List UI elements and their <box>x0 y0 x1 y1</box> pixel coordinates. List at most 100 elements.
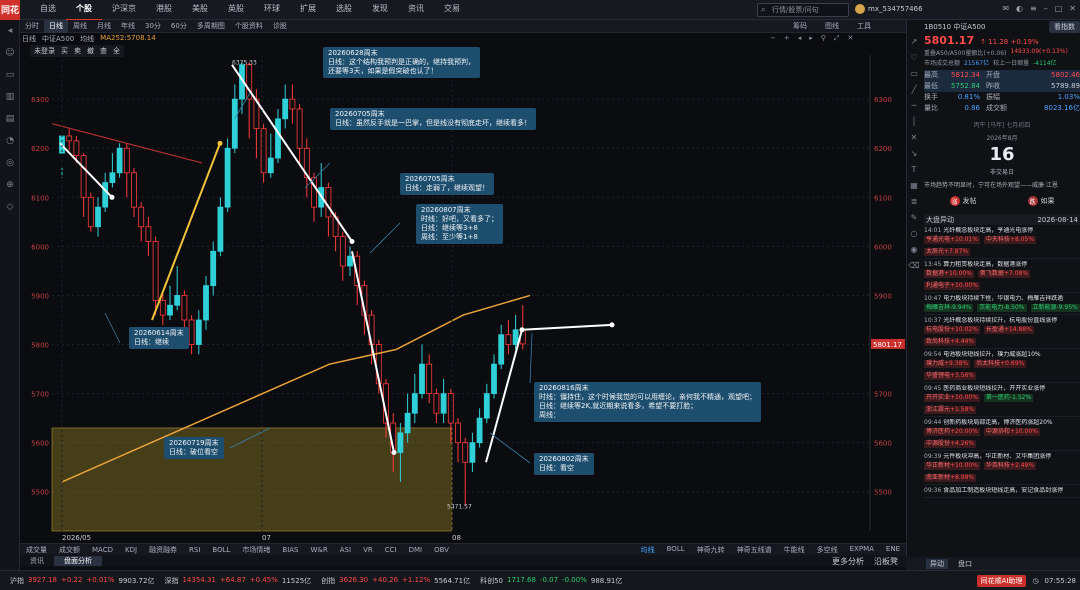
overlay-tab[interactable]: BOLL <box>661 545 691 555</box>
news-item[interactable]: 09:45 医药商业板块短线拉升，开开实业涨停 开开实业+10.00% 第一医药-1.… <box>924 383 1080 417</box>
news-item[interactable]: 13:45 算力租赁板块走高，数据港涨停 数据港+10.00% 奥飞数据+7.08% 利… <box>924 259 1080 293</box>
maximize-icon[interactable]: □ <box>1055 4 1063 13</box>
stock-chip[interactable]: 华盛锂电+3.56% <box>924 372 977 380</box>
nav-tab[interactable]: 港股 <box>146 0 182 21</box>
chat-icon[interactable]: ▭ <box>906 65 922 81</box>
toolbar-option[interactable]: 筹码 <box>788 20 812 33</box>
view-index-button[interactable]: 看指数 <box>1049 21 1080 33</box>
note-0816[interactable]: 20260816周末 时线：僵持住，这个时候我觉的可以用缠论，亲何我不精通，观望吧… <box>534 382 761 422</box>
toolbar-option[interactable]: 工具 <box>852 20 876 33</box>
right-panel-tab[interactable]: 盘口 <box>958 559 972 569</box>
heart-icon[interactable]: ♡ <box>906 49 922 65</box>
menu-icon[interactable]: ≡ <box>1030 4 1037 13</box>
text-icon[interactable]: T <box>906 161 922 177</box>
stock-chip[interactable]: 立新能源-9.95% <box>1030 304 1080 312</box>
toolbar-option[interactable]: 图线 <box>820 20 844 33</box>
overlay-tab[interactable]: 神奇九转 <box>691 545 731 555</box>
pin-icon[interactable]: ⚲ <box>821 34 826 43</box>
stock-chip[interactable]: 尚太科技+0.69% <box>974 360 1027 368</box>
minimize-icon[interactable]: – <box>1044 4 1048 13</box>
indicator-tab[interactable]: MACD <box>86 546 119 554</box>
post-button[interactable]: 涨发帖 <box>949 196 977 206</box>
indicator-tab[interactable]: 成交额 <box>53 545 86 555</box>
period-tab[interactable]: 日线 <box>44 19 68 33</box>
stock-chip[interactable]: 亨通光电+10.01% <box>924 236 980 244</box>
overlay-tab[interactable]: EXPMA <box>844 545 880 555</box>
ai-assistant-button[interactable]: 同花顺AI助理 <box>976 574 1027 587</box>
note-0807[interactable]: 20260807周末 时线：好吧，又看多了； 日线：继续等3+8 周线：至少等1+8 <box>416 204 503 244</box>
status-index[interactable]: 创指 3626.30 +40.26 +1.12% 5564.71亿 <box>321 576 470 586</box>
overlay-tab[interactable]: 多空线 <box>811 545 844 555</box>
stock-chip[interactable]: 梅雁吉祥-9.94% <box>924 304 974 312</box>
trade-tool-button[interactable]: 未登录 <box>34 46 55 56</box>
app-logo[interactable]: 同花 <box>0 0 20 20</box>
skin-icon[interactable]: ◐ <box>1016 4 1023 13</box>
indicator-tab[interactable]: DMI <box>403 546 429 554</box>
hline-icon[interactable]: ─ <box>906 97 922 113</box>
stock-chip[interactable]: 浙江震元+1.58% <box>924 406 977 414</box>
overlay-tab[interactable]: 均线 <box>635 545 661 555</box>
news-item[interactable]: 10:37 光纤概念板块持续拉升，杭电股份直线涨停 杭电股份+10.02% 长盈通+1… <box>924 315 1080 349</box>
period-tab[interactable]: 60分 <box>166 20 192 33</box>
stock-chip[interactable]: 开开实业+10.00% <box>924 394 980 402</box>
overlay-tab[interactable]: ENE <box>880 545 906 555</box>
status-index[interactable]: 深指 14354.31 +64.87 +0.45% 11525亿 <box>164 576 311 586</box>
stock-chip[interactable]: 华正新材+10.00% <box>924 462 980 470</box>
nav-tab[interactable]: 交易 <box>434 0 470 21</box>
nav-tab[interactable]: 美股 <box>182 0 218 21</box>
note-0705b[interactable]: 20260705周末 日线：走弱了，继续观望！ <box>400 173 494 195</box>
note-0802[interactable]: 20260802周末 日线：看空 <box>534 453 594 475</box>
bottom-right-link[interactable]: 更多分析 <box>832 556 864 567</box>
nav-tab[interactable]: 选股 <box>326 0 362 21</box>
indicator-tab[interactable]: CCI <box>379 546 403 554</box>
stock-chip[interactable]: 致尚科技+4.44% <box>924 338 977 346</box>
period-tab[interactable]: 诊股 <box>268 20 292 33</box>
stock-chip[interactable]: 博济医药+20.00% <box>924 428 980 436</box>
period-tab[interactable]: 多周期图 <box>192 20 230 33</box>
news-item[interactable]: 09:39 元件板块冲高，华正新材、艾华集团涨停 华正新材+10.00% 华英科技+2… <box>924 451 1080 485</box>
overlay-tab[interactable]: 牛能线 <box>778 545 811 555</box>
stock-chip[interactable]: 太辰光+7.87% <box>924 248 971 256</box>
period-tab[interactable]: 年线 <box>116 20 140 33</box>
message-icon[interactable]: ✉ <box>1002 4 1009 13</box>
indicator-tab[interactable]: ASI <box>334 546 357 554</box>
stock-chip[interactable]: 中天科技+8.05% <box>983 236 1037 244</box>
period-tab[interactable]: 分时 <box>20 20 44 33</box>
period-tab[interactable]: 个股资料 <box>230 20 268 33</box>
zoom-in-icon[interactable]: + <box>784 34 790 43</box>
if-button[interactable]: 跌如果 <box>1027 196 1055 206</box>
indicator-tab[interactable]: W&R <box>305 546 334 554</box>
eye-icon[interactable]: ◉ <box>906 241 922 257</box>
nav-tab[interactable]: 英股 <box>218 0 254 21</box>
close-icon[interactable]: ✕ <box>1069 4 1076 13</box>
ray-icon[interactable]: ↘ <box>906 145 922 161</box>
right-panel-tab[interactable]: 异动 <box>926 558 948 569</box>
cross-icon[interactable]: ✕ <box>906 129 922 145</box>
right-icon[interactable]: ▸ <box>809 34 813 43</box>
news-item[interactable]: 14:01 光纤概念板块走高，亨通光电涨停 亨通光电+10.01% 中天科技+8.05… <box>924 225 1080 259</box>
trade-tool-button[interactable]: 撤 <box>87 46 94 56</box>
indicator-tab[interactable]: VR <box>357 546 379 554</box>
chart-icon[interactable]: ▥ <box>0 86 20 108</box>
trade-tool-button[interactable]: 买 <box>61 46 68 56</box>
note-0614[interactable]: 20260614周末 日线：继续 <box>129 327 189 349</box>
nav-tab[interactable]: 扩展 <box>290 0 326 21</box>
indicator-tab[interactable]: OBV <box>428 546 455 554</box>
stock-chip[interactable]: 奥飞数据+7.08% <box>977 270 1031 278</box>
trade-tool-button[interactable]: 查 <box>100 46 107 56</box>
stock-chip[interactable]: 长盈通+14.88% <box>983 326 1034 334</box>
line-icon[interactable]: ╱ <box>906 81 922 97</box>
compass-icon[interactable]: ⊕ <box>0 174 20 196</box>
pen-icon[interactable]: ✎ <box>906 209 922 225</box>
stock-chip[interactable]: 中源股份+4.26% <box>924 440 977 448</box>
note-0719[interactable]: 20260719周末 日线：破位看空 <box>164 437 224 459</box>
close-chart-icon[interactable]: ✕ <box>848 34 854 43</box>
stock-chip[interactable]: 第一医药-1.52% <box>983 394 1034 402</box>
nav-tab[interactable]: 个股 <box>66 0 102 21</box>
search-input[interactable]: ⌕ 行情/股票/问句 <box>757 3 849 17</box>
circle-icon[interactable]: ○ <box>906 225 922 241</box>
fib-icon[interactable]: ≣ <box>906 193 922 209</box>
stock-chip[interactable]: 璞力威+9.38% <box>924 360 971 368</box>
zoom-out-icon[interactable]: − <box>770 34 776 43</box>
diamond-icon[interactable]: ◇ <box>0 196 20 218</box>
